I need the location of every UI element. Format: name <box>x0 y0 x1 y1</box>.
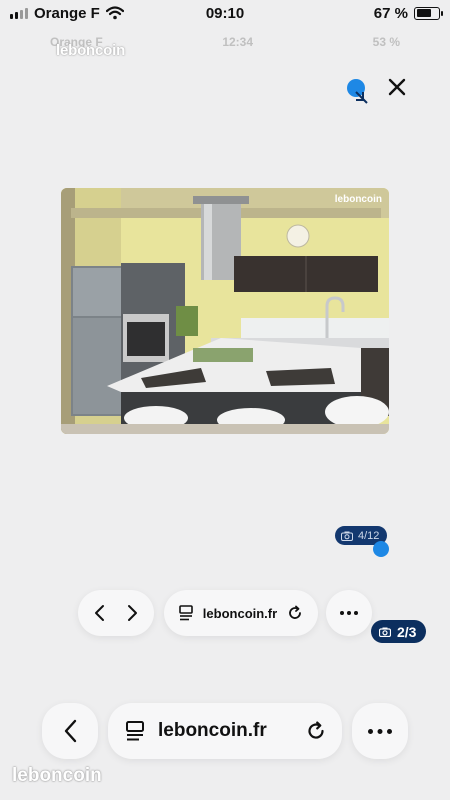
status-right: 67 % <box>373 4 443 22</box>
cursor-mark-icon <box>355 91 368 104</box>
wifi-icon <box>105 6 124 20</box>
more-icon <box>340 611 358 615</box>
chevron-left-icon[interactable] <box>93 604 105 622</box>
back-button[interactable] <box>42 703 98 759</box>
more-icon <box>368 728 392 734</box>
chevron-right-icon[interactable] <box>127 604 139 622</box>
more-button[interactable] <box>352 703 408 759</box>
watermark-bottom: leboncoin <box>12 765 102 786</box>
reader-mode-icon[interactable] <box>126 721 144 741</box>
watermark-top: leboncoin <box>56 42 126 59</box>
reload-icon[interactable] <box>287 605 303 621</box>
battery-fill <box>416 9 431 17</box>
listing-photo[interactable]: leboncoin <box>61 188 389 434</box>
photo-counter-small-text: 4/12 <box>358 529 380 542</box>
battery-icon <box>414 6 443 20</box>
reader-mode-icon[interactable] <box>178 605 193 621</box>
camera-icon <box>341 531 353 541</box>
close-button[interactable] <box>384 74 410 100</box>
reload-icon[interactable] <box>306 721 326 741</box>
signal-icon <box>10 7 28 19</box>
inner-more-button[interactable] <box>326 590 372 636</box>
status-left: Orange F <box>10 5 124 22</box>
url-bar[interactable]: leboncoin.fr <box>108 703 342 759</box>
ghost-time: 12:34 <box>222 35 254 49</box>
carrier-name: Orange F <box>34 4 100 22</box>
touch-indicator <box>373 541 389 557</box>
inner-nav-group <box>78 590 154 636</box>
url-text: leboncoin.fr <box>158 720 267 741</box>
inner-browser-toolbar: leboncoin.fr <box>0 590 450 638</box>
ghost-battery: 53 % <box>372 35 400 49</box>
close-icon <box>388 78 406 96</box>
photo-watermark: leboncoin <box>334 194 382 205</box>
battery-percent: 67 % <box>373 4 408 22</box>
inner-url-text: leboncoin.fr <box>202 605 278 621</box>
chevron-left-icon <box>64 719 77 743</box>
kitchen-photo-image <box>61 188 389 434</box>
status-bar: Orange F 09:10 67 % <box>0 0 450 26</box>
inner-url-bar[interactable]: leboncoin.fr <box>164 590 318 636</box>
